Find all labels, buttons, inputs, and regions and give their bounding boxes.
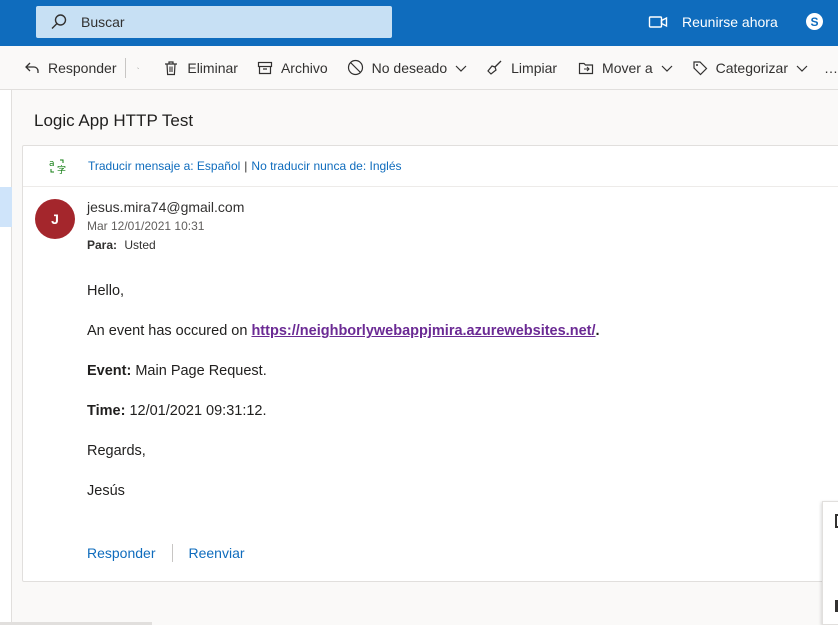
event-line: An event has occured on https://neighbor…	[87, 322, 600, 362]
block-icon	[347, 59, 363, 76]
reply-button[interactable]: Responder	[24, 46, 117, 90]
reply-link[interactable]: Responder	[87, 545, 156, 561]
translate-icon: a 字	[49, 159, 66, 175]
delete-label: Eliminar	[187, 59, 238, 76]
chevron-down-icon[interactable]	[661, 62, 673, 74]
meet-now-button[interactable]: Reunirse ahora	[648, 12, 778, 32]
recipient[interactable]: Usted	[124, 238, 155, 252]
message-list-edge	[0, 90, 12, 625]
greeting: Hello,	[87, 283, 125, 299]
search-placeholder: Buscar	[81, 14, 125, 30]
move-to-label: Mover a	[602, 59, 653, 76]
skype-icon[interactable]: S	[806, 13, 823, 30]
chevron-down-icon[interactable]	[136, 62, 140, 74]
time-label: Time:	[87, 403, 126, 419]
categorize-button[interactable]: Categorizar	[692, 46, 808, 90]
regards: Regards,	[87, 443, 146, 459]
video-camera-icon	[648, 16, 668, 28]
side-panel-tab[interactable]	[822, 501, 838, 625]
categorize-label: Categorizar	[715, 59, 788, 76]
move-to-button[interactable]: Mover a	[578, 46, 673, 90]
never-translate-link[interactable]: No traducir nunca de: Inglés	[251, 159, 401, 173]
avatar[interactable]: J	[35, 199, 75, 239]
time-detail: Time: 12/01/2021 09:31:12.	[87, 402, 600, 442]
tag-icon	[693, 60, 707, 75]
junk-button[interactable]: No deseado	[347, 46, 468, 90]
svg-text:a: a	[49, 159, 55, 169]
event-value: Main Page Request.	[131, 363, 267, 379]
event-label: Event:	[87, 363, 132, 379]
archive-label: Archivo	[280, 59, 328, 76]
reply-label: Responder	[48, 59, 117, 76]
search-icon	[51, 14, 67, 29]
broom-icon	[487, 60, 502, 75]
event-link[interactable]: https://neighborlywebappjmira.azurewebsi…	[251, 323, 595, 339]
message-subject: Logic App HTTP Test	[34, 111, 194, 130]
message-date: Mar 12/01/2021 10:31	[87, 219, 205, 233]
folder-move-icon	[578, 62, 594, 74]
to-label: Para:	[87, 238, 118, 252]
archive-icon	[257, 61, 273, 74]
translate-link[interactable]: Traducir mensaje a: Español	[88, 159, 240, 173]
more-actions-button[interactable]: …	[824, 46, 838, 90]
signature: Jesús	[87, 483, 125, 499]
event-detail: Event: Main Page Request.	[87, 362, 600, 402]
translation-bar: a 字 Traducir mensaje a: Español | No tra…	[23, 146, 838, 187]
event-link-end: .	[595, 323, 600, 339]
message-actions: Responder Reenviar	[87, 544, 245, 562]
message-card: a 字 Traducir mensaje a: Español | No tra…	[22, 145, 838, 582]
selected-message-indicator[interactable]	[0, 187, 12, 227]
reply-icon	[25, 62, 39, 73]
actions-divider	[171, 544, 173, 562]
recipient-line: Para: Usted	[87, 238, 156, 252]
translate-separator: |	[244, 159, 248, 173]
event-intro: An event has occured on	[87, 323, 252, 339]
delete-button[interactable]: Eliminar	[163, 46, 238, 90]
chevron-down-icon[interactable]	[796, 62, 808, 74]
chevron-down-icon[interactable]	[455, 62, 467, 74]
meet-now-label: Reunirse ahora	[682, 14, 778, 30]
top-bar: Buscar Reunirse ahora S	[0, 0, 838, 46]
sender-address[interactable]: jesus.mira74@gmail.com	[87, 199, 244, 215]
svg-text:字: 字	[57, 164, 66, 175]
search-box[interactable]: Buscar	[36, 6, 392, 38]
sweep-label: Limpiar	[511, 59, 558, 76]
junk-label: No deseado	[371, 59, 448, 76]
command-bar: Responder Eliminar Archivo No deseado Li…	[0, 46, 838, 90]
time-value: 12/01/2021 09:31:12.	[125, 403, 267, 419]
trash-icon	[165, 60, 178, 75]
more-icon: …	[824, 59, 838, 76]
archive-button[interactable]: Archivo	[257, 46, 328, 90]
sweep-button[interactable]: Limpiar	[486, 46, 557, 90]
forward-link[interactable]: Reenviar	[189, 545, 245, 561]
message-body: Hello, An event has occured on https://n…	[87, 282, 600, 522]
